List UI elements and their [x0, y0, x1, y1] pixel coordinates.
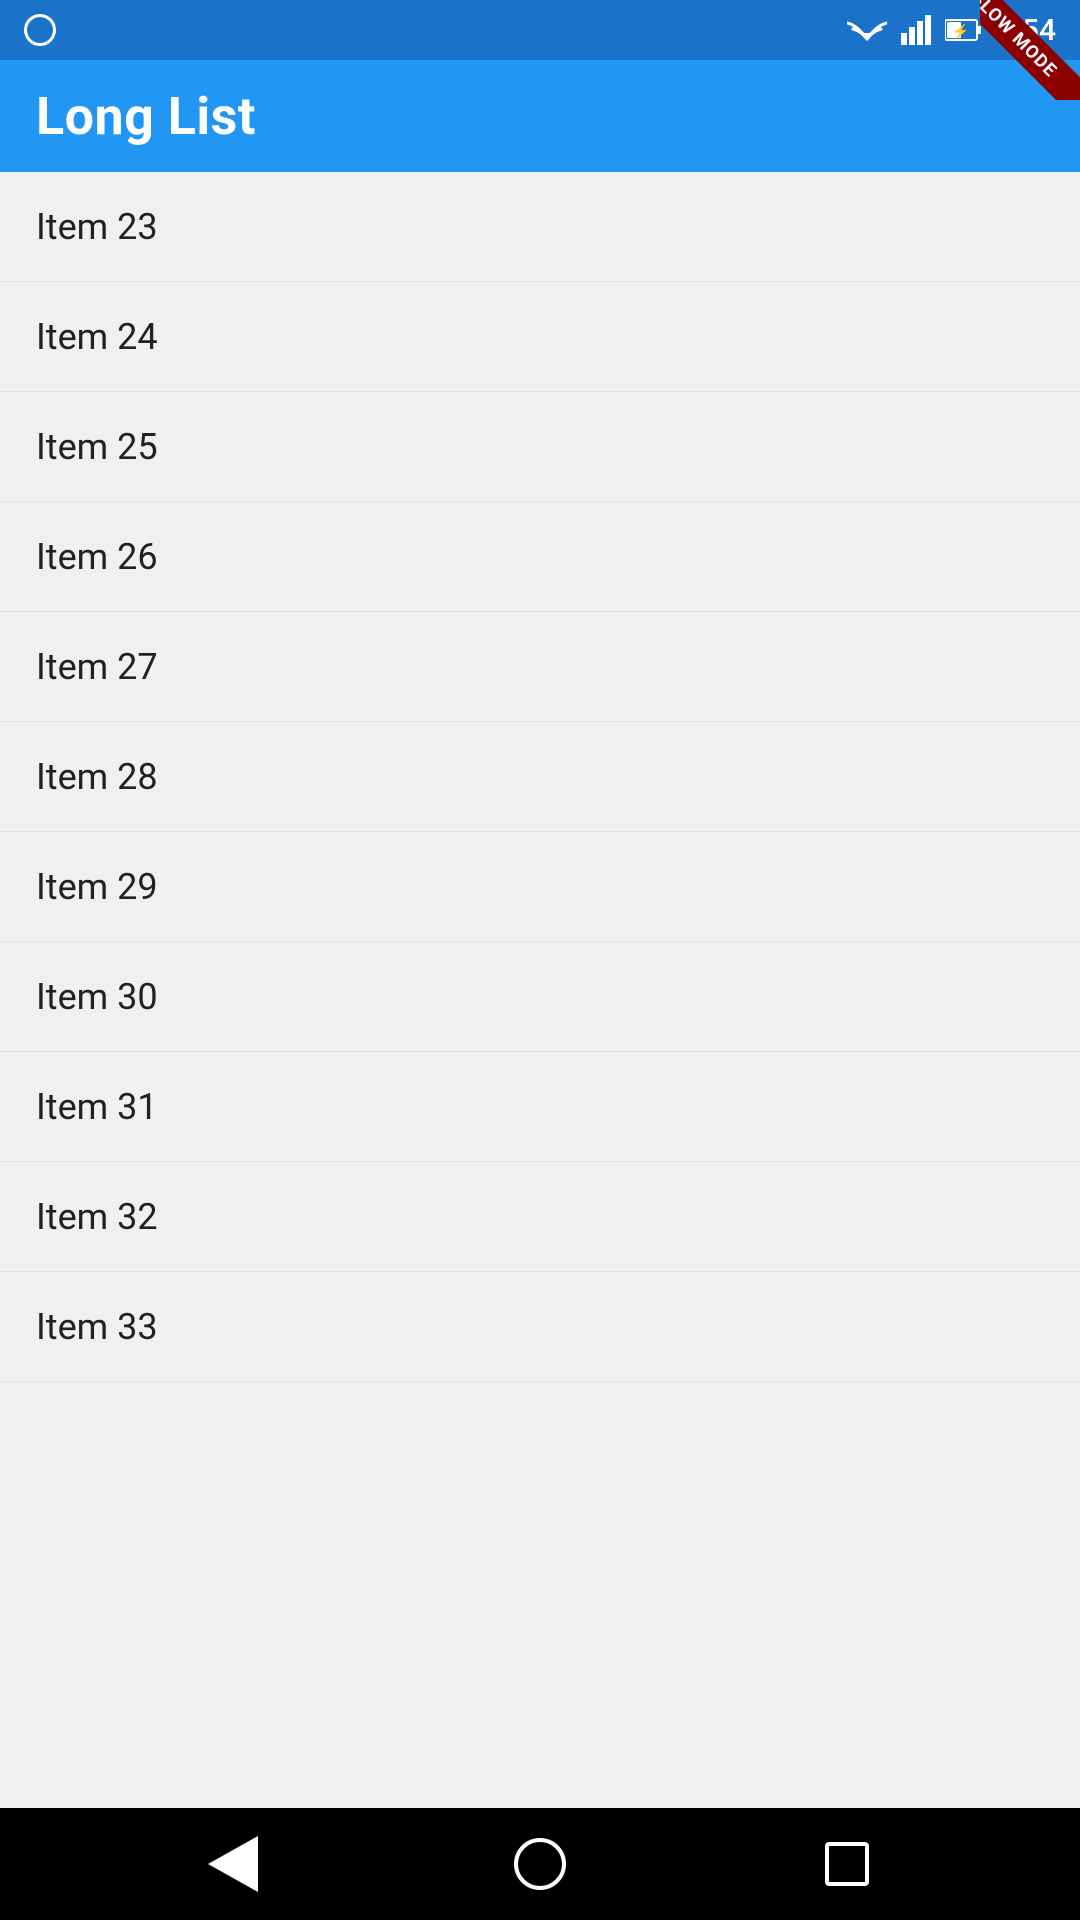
app-bar: Long List — [0, 60, 1080, 172]
list-container[interactable]: Item 23 Item 24 Item 25 Item 26 Item 27 Item … — [0, 172, 1080, 1808]
list-item[interactable]: Item 24 — [0, 282, 1080, 392]
list-item[interactable]: Item 27 — [0, 612, 1080, 722]
wifi-icon — [847, 15, 887, 45]
status-bar: SLOW MODE ⚡ 5:54 — [0, 0, 1080, 60]
list-item[interactable]: Item 25 — [0, 392, 1080, 502]
list-item[interactable]: Item 26 — [0, 502, 1080, 612]
list-item[interactable]: Item 29 — [0, 832, 1080, 942]
list-item[interactable]: Item 32 — [0, 1162, 1080, 1272]
list-item-label: Item 28 — [36, 756, 158, 798]
list-item[interactable]: Item 33 — [0, 1272, 1080, 1382]
home-button[interactable] — [510, 1834, 570, 1894]
list-item-label: Item 29 — [36, 866, 158, 908]
list-item-label: Item 30 — [36, 976, 158, 1018]
app-title: Long List — [36, 86, 256, 147]
list-item-label: Item 23 — [36, 206, 158, 248]
list-item-label: Item 32 — [36, 1196, 158, 1238]
list-item-label: Item 26 — [36, 536, 158, 578]
slow-mode-label: SLOW MODE — [980, 0, 1080, 100]
list-item-label: Item 24 — [36, 316, 158, 358]
svg-text:⚡: ⚡ — [952, 23, 969, 40]
recents-icon — [825, 1842, 869, 1886]
list-item-label: Item 27 — [36, 646, 158, 688]
list-item[interactable]: Item 30 — [0, 942, 1080, 1052]
back-icon — [208, 1836, 258, 1892]
list-item-label: Item 31 — [36, 1086, 158, 1128]
signal-icon — [901, 15, 931, 45]
notification-icon — [24, 14, 56, 46]
list-item[interactable]: Item 23 — [0, 172, 1080, 282]
list-item-label: Item 25 — [36, 426, 158, 468]
battery-icon: ⚡ — [945, 16, 983, 44]
recents-button[interactable] — [817, 1834, 877, 1894]
list-item[interactable]: Item 31 — [0, 1052, 1080, 1162]
back-button[interactable] — [203, 1834, 263, 1894]
home-icon — [514, 1838, 566, 1890]
nav-bar — [0, 1808, 1080, 1920]
list-item[interactable]: Item 28 — [0, 722, 1080, 832]
slow-mode-banner: SLOW MODE — [980, 0, 1080, 100]
list-item-label: Item 33 — [36, 1306, 158, 1348]
status-bar-left — [24, 14, 56, 46]
